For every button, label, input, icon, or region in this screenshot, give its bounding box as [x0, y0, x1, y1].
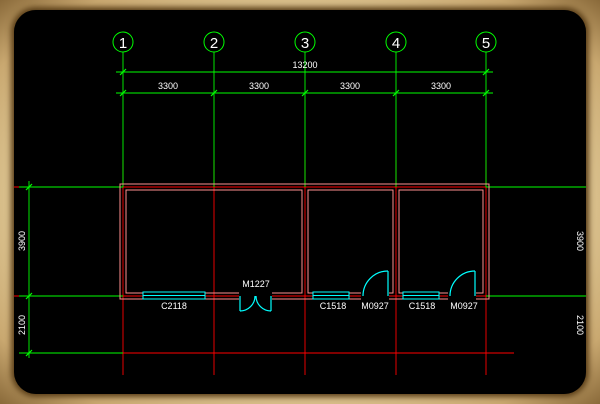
window-c1518-a: [312, 291, 350, 300]
axis-bubble-1: 1: [112, 31, 134, 53]
window-c1518-b: [402, 291, 440, 300]
bay-dimension-text-2: 3300: [249, 81, 269, 91]
axis-bubble-3: 3: [294, 31, 316, 53]
window-label-c1518-b: C1518: [409, 301, 436, 311]
axis-bubble-4: 4: [385, 31, 407, 53]
axis-label-1: 1: [119, 35, 127, 52]
floor-plan-drawing: 1 2 3 4 5 13200 3300 3300 3300 3300 3900…: [14, 31, 586, 375]
axis-label-4: 4: [392, 35, 400, 52]
axis-label-3: 3: [301, 35, 309, 52]
axis-bubble-2: 2: [203, 31, 225, 53]
axis-bubble-5: 5: [475, 31, 497, 53]
room-3-wall-inner: [398, 189, 484, 294]
room-2-wall-inner: [307, 189, 394, 294]
door-label-m0927-a: M0927: [361, 301, 389, 311]
dimension-texts: 13200 3300 3300 3300 3300 3900 2100 3900…: [17, 60, 585, 335]
total-dimension-text: 13200: [292, 60, 317, 70]
cad-drawing-canvas[interactable]: 1 2 3 4 5 13200 3300 3300 3300 3300 3900…: [14, 10, 586, 394]
window-c2118: [142, 291, 206, 300]
door-label-m1227: M1227: [242, 279, 270, 289]
window-label-c2118: C2118: [161, 301, 187, 311]
bay-dimension-text-1: 3300: [158, 81, 178, 91]
doors: [239, 270, 476, 312]
walls: [119, 183, 490, 300]
axis-label-5: 5: [482, 35, 490, 52]
axis-grid-lines: [14, 160, 586, 375]
door-label-m0927-b: M0927: [450, 301, 478, 311]
axis-label-2: 2: [210, 35, 218, 52]
bay-dimension-text-4: 3300: [431, 81, 451, 91]
bay-dimension-text-3: 3300: [340, 81, 360, 91]
axis-bubbles: 1 2 3 4 5: [112, 31, 497, 53]
dimension-ticks: [25, 68, 490, 357]
exterior-wall-outer: [119, 183, 490, 300]
window-label-c1518-a: C1518: [320, 301, 347, 311]
right-dimension-text-1: 3900: [575, 231, 585, 251]
left-dimension-text-1: 3900: [17, 231, 27, 251]
left-dimension-text-2: 2100: [17, 315, 27, 335]
right-dimension-text-2: 2100: [575, 315, 585, 335]
